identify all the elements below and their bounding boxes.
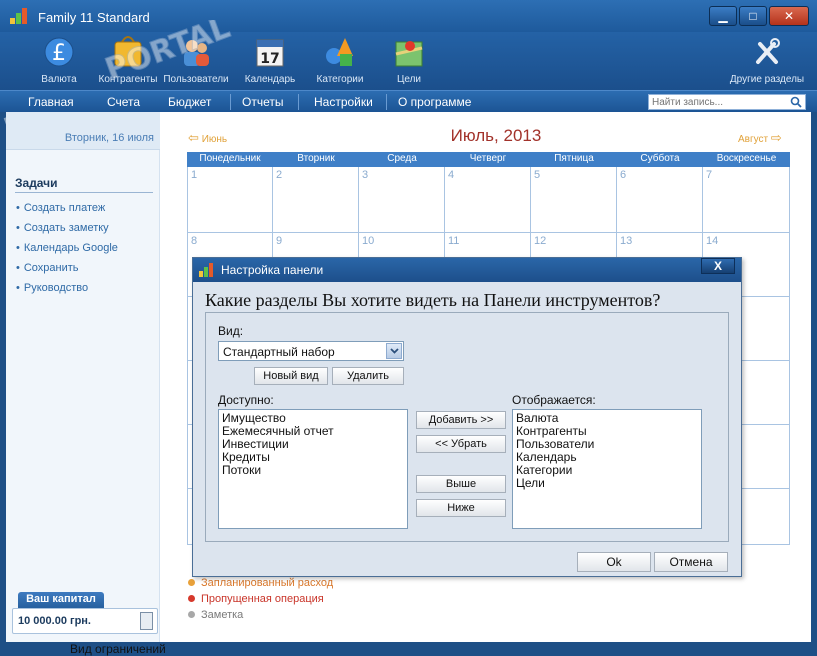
currency-icon: £ — [42, 34, 76, 70]
bullet-icon — [188, 611, 195, 618]
list-item[interactable]: Потоки — [219, 464, 407, 477]
chevron-down-icon[interactable] — [386, 343, 402, 359]
calendar-day[interactable]: 3 — [359, 167, 445, 233]
task-link-save[interactable]: • Сохранить — [16, 262, 79, 274]
toolbar-calendar[interactable]: 17 Календарь — [235, 34, 305, 85]
day-name: Суббота — [640, 153, 680, 164]
search-icon[interactable] — [787, 94, 805, 110]
calendar-day[interactable]: 1 — [187, 167, 273, 233]
current-date-bar: Вторник, 16 июля — [6, 112, 160, 150]
calendar-day[interactable]: 7 — [703, 167, 790, 233]
search-input[interactable] — [649, 95, 787, 109]
shown-list[interactable]: Валюта Контрагенты Пользователи Календар… — [512, 409, 702, 529]
search-box — [648, 94, 806, 110]
toolbar-other[interactable]: Другие разделы — [724, 34, 810, 85]
app-logo-icon — [199, 263, 215, 277]
current-date: Вторник, 16 июля — [64, 132, 154, 144]
dialog-question: Какие разделы Вы хотите видеть на Панели… — [205, 290, 661, 310]
panel-settings-dialog: Настройка панели X Какие разделы Вы хоти… — [192, 257, 742, 577]
toolbar: £ Валюта Контрагенты Пользователи 17 Кал… — [0, 32, 817, 90]
calendar-title: Июль, 2013 — [450, 126, 542, 145]
task-link-manual[interactable]: • Руководство — [16, 282, 88, 294]
day-name: Понедельник — [199, 153, 261, 164]
svg-text:£: £ — [52, 41, 66, 66]
available-list[interactable]: Имущество Ежемесячный отчет Инвестиции К… — [218, 409, 408, 529]
dialog-title-bar: Настройка панели X — [193, 258, 741, 282]
prev-month-link[interactable]: ⇦ Июнь — [188, 130, 227, 146]
maximize-button[interactable]: □ — [739, 6, 767, 26]
menu-about[interactable]: О программе — [398, 95, 471, 109]
cancel-button[interactable]: Отмена — [654, 552, 728, 572]
toolbar-goals[interactable]: Цели — [374, 34, 444, 85]
tools-icon — [750, 34, 784, 70]
legend-item: Пропущенная операция — [188, 593, 324, 605]
minimize-button[interactable]: ▁ — [709, 6, 737, 26]
background-text: Вид ограничений — [70, 642, 166, 656]
capital-value: 10 000.00 грн. — [18, 615, 91, 627]
calendar-header: Понедельник Вторник Среда Четверг Пятниц… — [187, 152, 790, 167]
toolbar-users[interactable]: Пользователи — [161, 34, 231, 85]
task-link-create-payment[interactable]: • Создать платеж — [16, 202, 105, 214]
dialog-title: Настройка панели — [221, 263, 324, 277]
menu-budget[interactable]: Бюджет — [168, 95, 211, 109]
users-icon — [179, 34, 213, 70]
menu-accounts[interactable]: Счета — [107, 95, 140, 109]
close-button[interactable]: ✕ — [769, 6, 809, 26]
legend-item: Запланированный расход — [188, 577, 333, 589]
task-link-google-calendar[interactable]: • Календарь Google — [16, 242, 118, 254]
move-up-button[interactable]: Выше — [416, 475, 506, 493]
capital-tab: Ваш капитал — [18, 592, 104, 608]
day-name: Четверг — [469, 153, 507, 164]
ok-button[interactable]: Ok — [577, 552, 651, 572]
svg-text:17: 17 — [260, 51, 279, 67]
legend-item: Заметка — [188, 609, 243, 621]
calendar-day[interactable]: 2 — [273, 167, 359, 233]
goals-icon — [392, 34, 426, 70]
view-select[interactable]: Стандартный набор — [218, 341, 404, 361]
dialog-close-button[interactable]: X — [701, 258, 735, 274]
add-button[interactable]: Добавить >> — [416, 411, 506, 429]
available-label: Доступно: — [218, 393, 274, 407]
day-name: Пятница — [554, 153, 594, 164]
move-down-button[interactable]: Ниже — [416, 499, 506, 517]
title-bar: Family 11 Standard ▁ □ ✕ — [0, 0, 817, 32]
bullet-icon — [188, 595, 195, 602]
menu-divider — [386, 94, 387, 110]
calendar-day[interactable]: 5 — [531, 167, 617, 233]
shown-label: Отображается: — [512, 393, 596, 407]
menu-bar: Главная Счета Бюджет Отчеты Настройки О … — [0, 90, 817, 112]
dialog-panel: Вид: Стандартный набор Новый вид Удалить… — [205, 312, 729, 542]
view-label: Вид: — [218, 324, 244, 338]
task-link-create-note[interactable]: • Создать заметку — [16, 222, 109, 234]
window-title: Family 11 Standard — [38, 10, 150, 25]
toolbar-categories[interactable]: Категории — [305, 34, 375, 85]
list-item[interactable]: Цели — [513, 477, 701, 490]
remove-button[interactable]: << Убрать — [416, 435, 506, 453]
day-name: Среда — [387, 153, 417, 164]
day-name: Вторник — [297, 153, 335, 164]
tasks-heading: Задачи — [15, 176, 58, 190]
day-name: Воскресенье — [716, 153, 777, 164]
capital-box: 10 000.00 грн. — [12, 608, 158, 634]
menu-divider — [230, 94, 231, 110]
categories-icon — [323, 34, 357, 70]
calendar-day[interactable]: 4 — [445, 167, 531, 233]
delete-view-button[interactable]: Удалить — [332, 367, 404, 385]
contractors-icon — [111, 34, 145, 70]
app-logo-icon — [10, 8, 30, 24]
sidebar: Вторник, 16 июля Задачи • Создать платеж … — [6, 112, 160, 642]
next-month-link[interactable]: Август ⇨ — [738, 130, 782, 146]
new-view-button[interactable]: Новый вид — [254, 367, 328, 385]
divider — [15, 192, 153, 193]
menu-settings[interactable]: Настройки — [314, 95, 373, 109]
menu-home[interactable]: Главная — [28, 95, 74, 109]
menu-reports[interactable]: Отчеты — [242, 95, 283, 109]
toolbar-contractors[interactable]: Контрагенты — [93, 34, 163, 85]
toolbar-currency[interactable]: £ Валюта — [24, 34, 94, 85]
bullet-icon — [188, 579, 195, 586]
calendar-day[interactable]: 6 — [617, 167, 703, 233]
calculator-icon[interactable] — [140, 612, 153, 630]
calendar-icon: 17 — [253, 34, 287, 70]
menu-divider — [298, 94, 299, 110]
